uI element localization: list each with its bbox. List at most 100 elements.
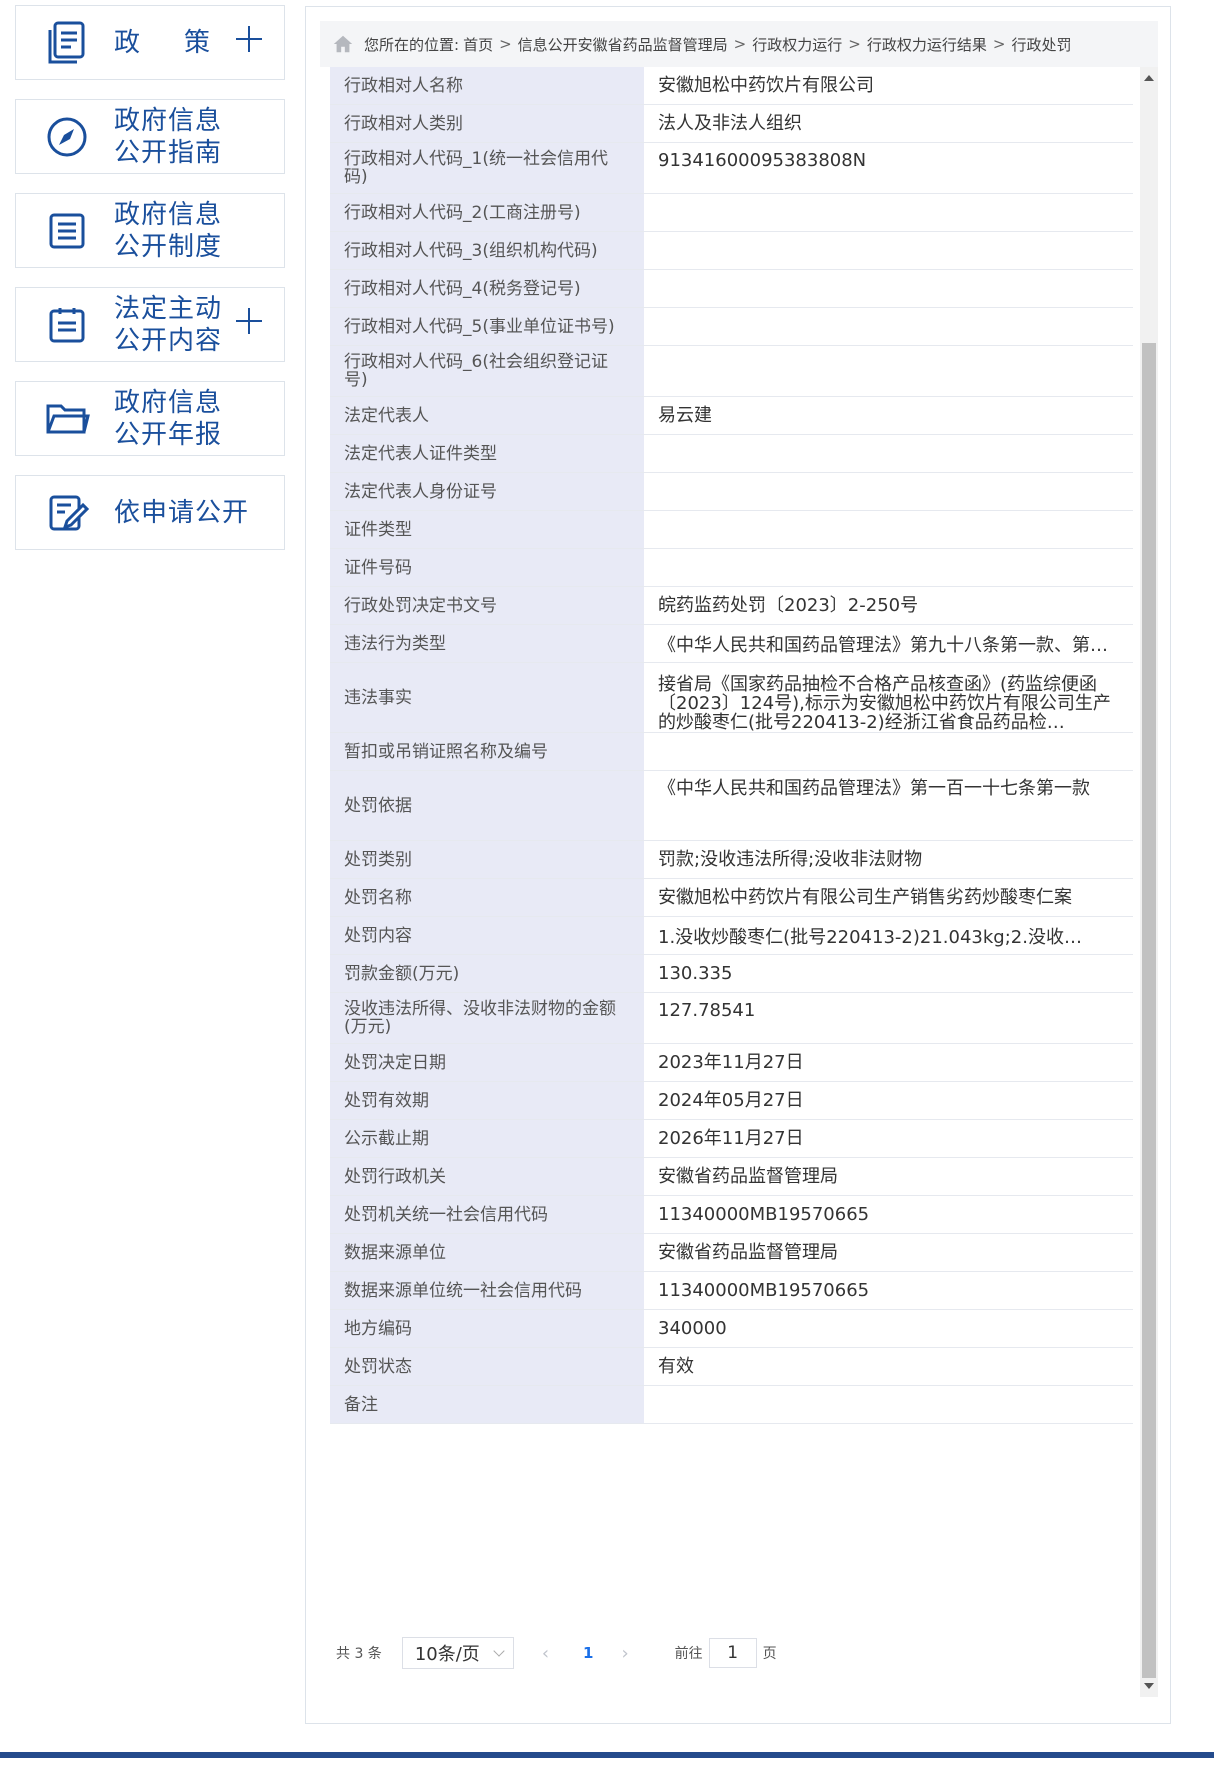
row-value [644,346,1133,396]
next-page-icon[interactable]: › [621,1643,628,1664]
table-row: 处罚决定日期 2023年11月27日 [330,1044,1133,1082]
list-icon [42,206,92,256]
row-label: 处罚依据 [330,771,644,840]
table-row: 行政相对人代码_6(社会组织登记证号) [330,346,1133,397]
row-value: 法人及非法人组织 [658,113,802,134]
row-label: 处罚决定日期 [330,1044,644,1081]
pager-total: 共 3 条 [336,1646,382,1662]
sidebar-item-2[interactable]: 政府信息 公开制度 [15,193,285,268]
table-row: 备注 [330,1386,1133,1424]
row-label: 行政处罚决定书文号 [330,587,644,624]
scroll-down-arrow-icon[interactable] [1144,1683,1154,1689]
row-value: 91341600095383808N [658,150,867,171]
row-label: 行政相对人代码_5(事业单位证书号) [330,308,644,345]
row-label: 行政相对人代码_6(社会组织登记证号) [330,346,644,396]
sidebar-item-1[interactable]: 政府信息 公开指南 [15,99,285,174]
row-label: 处罚机关统一社会信用代码 [330,1196,644,1233]
row-label: 没收违法所得、没收非法财物的金额(万元) [330,993,644,1043]
row-value: 安徽省药品监督管理局 [658,1166,838,1187]
row-label: 行政相对人代码_1(统一社会信用代码) [330,143,644,193]
breadcrumb-link[interactable]: 行政权力运行结果 [867,34,987,55]
sidebar-item-label: 政府信息 公开制度 [114,199,223,262]
row-label: 数据来源单位 [330,1234,644,1271]
breadcrumb-link[interactable]: 行政处罚 [1011,34,1071,55]
breadcrumb-prefix: 您所在的位置: [364,35,460,54]
sidebar-nav: 政策政府信息 公开指南 政府信息 公开制度法定主动 公开内容政府信息 公开年报依申… [15,5,285,569]
table-row: 处罚有效期 2024年05月27日 [330,1082,1133,1120]
plus-icon[interactable] [236,308,262,334]
scrollbar-thumb[interactable] [1142,343,1156,1678]
page-size-select[interactable]: 10条/页 [401,1637,514,1669]
row-value: 接省局《国家药品抽检不合格产品核查函》(药监综便函〔2023〕124号),标示为… [658,674,1111,732]
row-label: 行政相对人类别 [330,105,644,142]
breadcrumb-link[interactable]: 首页 [463,34,493,55]
row-label: 地方编码 [330,1310,644,1347]
table-row: 处罚类别 罚款;没收违法所得;没收非法财物 [330,841,1133,879]
table-row: 行政相对人代码_4(税务登记号) [330,270,1133,308]
table-row: 处罚状态 有效 [330,1348,1133,1386]
row-value: 罚款;没收违法所得;没收非法财物 [658,849,923,870]
row-label: 处罚有效期 [330,1082,644,1119]
row-label: 备注 [330,1386,644,1423]
prev-page-icon[interactable]: ‹ [542,1643,549,1664]
plus-icon[interactable] [236,26,262,52]
goto-prefix: 前往 [674,1646,703,1662]
table-row: 数据来源单位统一社会信用代码 11340000MB19570665 [330,1272,1133,1310]
table-row: 行政相对人类别 法人及非法人组织 [330,105,1133,143]
table-row: 行政相对人代码_2(工商注册号) [330,194,1133,232]
row-value [644,435,1133,472]
row-value: 安徽省药品监督管理局 [658,1242,838,1263]
table-row: 地方编码 340000 [330,1310,1133,1348]
row-label: 行政相对人名称 [330,67,644,104]
sidebar-item-4[interactable]: 政府信息 公开年报 [15,381,285,456]
home-icon [333,35,353,53]
table-row: 行政相对人名称 安徽旭松中药饮片有限公司 [330,67,1133,105]
row-label: 违法事实 [330,663,644,732]
table-row: 法定代表人 易云建 [330,397,1133,435]
table-row: 暂扣或吊销证照名称及编号 [330,733,1133,771]
row-value: 有效 [658,1356,694,1377]
scroll-up-arrow-icon[interactable] [1144,75,1154,81]
sidebar-item-label: 政府信息 公开指南 [114,105,223,168]
row-value: 340000 [658,1318,727,1339]
footer-bar [0,1752,1214,1758]
table-row: 行政相对人代码_3(组织机构代码) [330,232,1133,270]
pagination: 共 3 条 10条/页 ‹ 1 › 前往 1 页 [336,1636,777,1670]
table-row: 数据来源单位 安徽省药品监督管理局 [330,1234,1133,1272]
sidebar-item-5[interactable]: 依申请公开 [15,475,285,550]
row-label: 证件号码 [330,549,644,586]
table-row: 处罚机关统一社会信用代码 11340000MB19570665 [330,1196,1133,1234]
scrollbar[interactable] [1140,67,1158,1697]
row-value [644,473,1133,510]
row-label: 处罚行政机关 [330,1158,644,1195]
page-size-value: 10条/页 [414,1644,480,1665]
row-label: 行政相对人代码_3(组织机构代码) [330,232,644,269]
sidebar-item-label: 依申请公开 [114,497,250,528]
row-label: 数据来源单位统一社会信用代码 [330,1272,644,1309]
row-label: 处罚状态 [330,1348,644,1385]
breadcrumb-link[interactable]: 行政权力运行 [752,34,842,55]
document-icon [42,18,92,68]
table-row: 行政相对人代码_5(事业单位证书号) [330,308,1133,346]
row-label: 公示截止期 [330,1120,644,1157]
row-value: 易云建 [658,405,712,426]
sidebar-item-3[interactable]: 法定主动 公开内容 [15,287,285,362]
row-value: 11340000MB19570665 [658,1280,870,1301]
row-value: 2024年05月27日 [658,1090,804,1111]
breadcrumb-separator: > [733,35,747,53]
table-row: 处罚行政机关 安徽省药品监督管理局 [330,1158,1133,1196]
chevron-down-icon [493,1645,505,1657]
row-value: 《中华人民共和国药品管理法》第九十八条第一款、第… [658,635,1108,656]
sidebar-item-label: 政府信息 公开年报 [114,387,223,450]
goto-page-input[interactable]: 1 [708,1638,757,1668]
sidebar-item-0[interactable]: 政策 [15,5,285,80]
row-value [644,308,1133,345]
clipboard-icon [42,300,92,350]
table-row: 没收违法所得、没收非法财物的金额(万元) 127.78541 [330,993,1133,1044]
row-value [644,549,1133,586]
current-page-number[interactable]: 1 [583,1644,593,1662]
breadcrumb-separator: > [499,35,512,53]
breadcrumb-link[interactable]: 信息公开安徽省药品监督管理局 [518,34,728,55]
table-row: 罚款金额(万元) 130.335 [330,955,1133,993]
main-panel: 您所在的位置: 首页 > 信息公开安徽省药品监督管理局 > 行政权力运行 > 行政权力运行结… [305,6,1171,1724]
